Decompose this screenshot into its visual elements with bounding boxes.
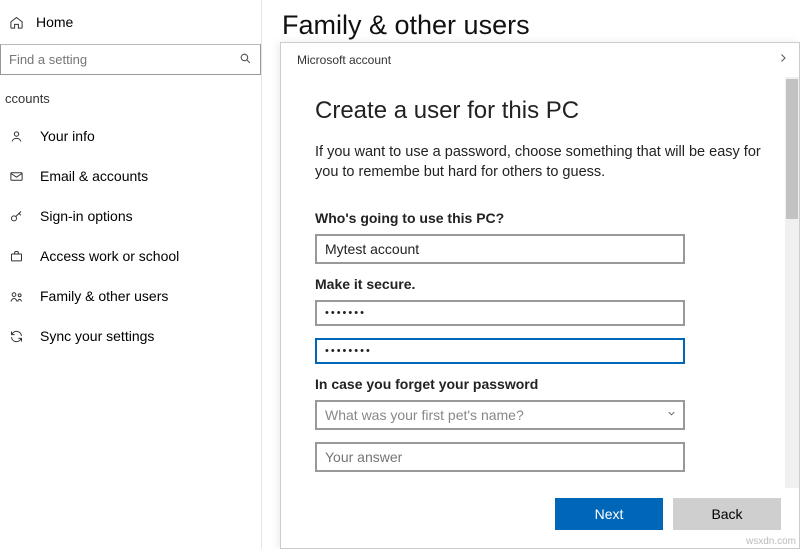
dialog-header: Microsoft account [281,43,799,77]
search-input[interactable] [1,45,260,74]
user-icon [6,129,26,144]
home-nav[interactable]: Home [0,0,261,44]
key-icon [6,209,26,224]
family-icon [6,289,26,304]
sidebar: Home ccounts Your info Email & accounts [0,0,262,549]
create-user-dialog: Microsoft account Create a user for this… [280,42,800,549]
sidebar-item-your-info[interactable]: Your info [0,116,261,156]
field-label-who: Who's going to use this PC? [315,210,785,226]
page-title: Family & other users [282,10,800,41]
next-button[interactable]: Next [555,498,663,530]
sidebar-item-label: Access work or school [40,248,179,264]
home-label: Home [36,14,73,30]
sidebar-item-access-work-school[interactable]: Access work or school [0,236,261,276]
field-label-secure: Make it secure. [315,276,785,292]
sidebar-item-label: Family & other users [40,288,168,304]
search-icon [239,52,252,68]
scrollbar-thumb[interactable] [786,79,798,219]
sidebar-item-label: Email & accounts [40,168,148,184]
watermark: wsxdn.com [746,536,796,547]
dialog-intro: If you want to use a password, choose so… [315,143,785,182]
sync-icon [6,329,26,344]
security-answer-input[interactable] [315,442,685,472]
dialog-body: Create a user for this PC If you want to… [281,77,785,488]
sidebar-item-sign-in-options[interactable]: Sign-in options [0,196,261,236]
back-button[interactable]: Back [673,498,781,530]
sidebar-item-label: Your info [40,128,95,144]
field-label-forget: In case you forget your password [315,376,785,392]
home-icon [6,15,26,30]
password-confirm-input[interactable]: •••••••• [315,338,685,364]
sidebar-item-sync-settings[interactable]: Sync your settings [0,316,261,356]
security-question-value: What was your first pet's name? [315,400,685,430]
sidebar-item-label: Sign-in options [40,208,133,224]
close-icon[interactable] [777,51,789,69]
sidebar-item-label: Sync your settings [40,328,154,344]
dialog-title: Create a user for this PC [315,97,785,125]
sidebar-item-family-other-users[interactable]: Family & other users [0,276,261,316]
briefcase-icon [6,249,26,264]
password-input[interactable]: ••••••• [315,300,685,326]
dialog-header-title: Microsoft account [297,53,391,67]
security-question-select[interactable]: What was your first pet's name? [315,400,685,430]
sidebar-item-email-accounts[interactable]: Email & accounts [0,156,261,196]
sidebar-section-label: ccounts [0,75,261,116]
dialog-scrollbar[interactable] [785,77,799,488]
search-field[interactable] [0,44,261,75]
mail-icon [6,169,26,184]
dialog-body-wrap: Create a user for this PC If you want to… [281,77,799,488]
username-input[interactable] [315,234,685,264]
dialog-footer: Next Back [281,488,799,548]
